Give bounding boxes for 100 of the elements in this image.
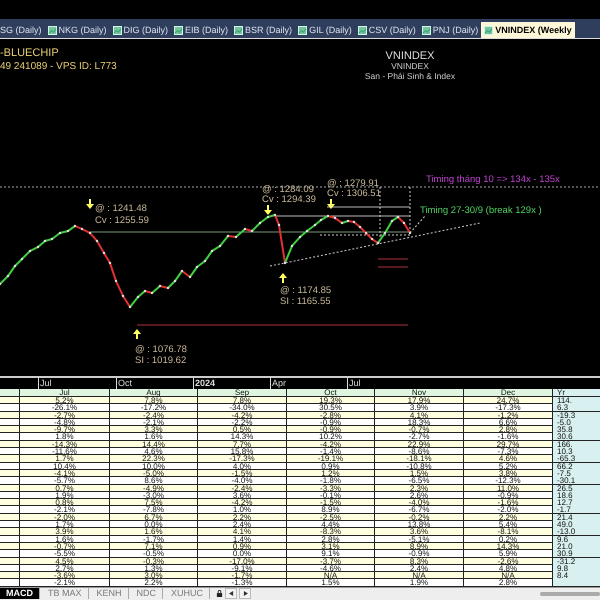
sheet-tab[interactable]: KENH (90, 588, 129, 600)
chart-tab[interactable]: PNJ (Daily) (418, 22, 482, 38)
table-cell: 10.0% (142, 462, 165, 471)
table-cell: 10.2% (319, 432, 342, 442)
chart-sheet-icon (112, 26, 122, 34)
table-cell: -8.3% (320, 527, 341, 536)
chart-tab[interactable]: BSR (Daily) (231, 22, 296, 38)
table-cell: 5.9% (498, 549, 518, 558)
chart-tab[interactable]: NKG (Daily) (44, 22, 110, 38)
table-cell: 1.0% (232, 505, 252, 514)
table-cell: -4.6% (320, 564, 341, 573)
table-cell: -11.6% (52, 447, 77, 456)
table-cell: -17.3% (495, 403, 521, 412)
column-header: Sep (198, 389, 287, 396)
table-cell: 9.1% (321, 549, 340, 558)
table-cell: 2.8% (498, 578, 518, 588)
table-cell: 66.2 (557, 462, 573, 471)
table-cell: 35.8 (557, 425, 573, 434)
table-cell: 3.6% (410, 527, 428, 536)
table-cell: -1.7 (557, 505, 571, 514)
table-cell: -1.7% (232, 571, 252, 580)
table-cell: 0.7% (55, 484, 74, 493)
table-cell: 13.8% (408, 520, 430, 530)
previous-sheets-button[interactable] (225, 588, 238, 600)
exchange-label: San - Phái Sinh & Index (364, 71, 456, 81)
table-cell: 1.7% (55, 520, 74, 530)
chart-annotation: @ : 1174.85 (280, 286, 332, 296)
table-cell: -1.7% (143, 534, 164, 544)
sheet-tab[interactable]: XUHUC (165, 588, 210, 600)
down-arrow-icon (327, 199, 335, 209)
table-cell: 2.7% (55, 564, 74, 573)
chart-tab[interactable]: GIL (Daily) (295, 22, 355, 38)
table-cell: 1.6% (55, 534, 74, 544)
table-cell: 7.7% (232, 440, 252, 449)
table-cell: -5.1% (408, 534, 430, 544)
table-cell: -2.8% (320, 410, 341, 420)
chart-tab[interactable]: VNINDEX (Weekly (481, 22, 575, 38)
table-cell: 5.2% (498, 462, 518, 471)
table-cell: 4.0% (232, 462, 252, 471)
table-cell: -3.3% (320, 484, 341, 493)
table-cell: 6.6% (498, 418, 518, 427)
chart-tab[interactable]: SG (Daily) (0, 22, 45, 38)
chart-annotation: Cv : 1306.51 (327, 189, 381, 199)
chart-tab[interactable]: EIB (Daily) (171, 22, 232, 38)
table-cell: -9.1% (232, 564, 252, 573)
table-cell: -17.0% (229, 556, 255, 566)
chart-sheet-icon (422, 26, 431, 34)
next-sheets-button[interactable] (239, 588, 252, 600)
chart-tab[interactable]: DIG (Daily) (110, 22, 172, 38)
right-arrow-icon (242, 591, 248, 596)
chart-annotation: SI : 1019.62 (135, 356, 186, 366)
table-cell: 166. (557, 440, 573, 449)
chart-annotation: SI : 1165.55 (280, 297, 331, 307)
table-cell: 2.2% (144, 578, 163, 588)
sheet-tab[interactable]: NDC (130, 588, 164, 600)
table-cell: N/A (324, 571, 338, 580)
table-cell: 3.3% (144, 425, 163, 434)
table-cell: 3.9% (410, 403, 428, 412)
table-cell: -0.7% (408, 425, 430, 434)
table-cell: -1.5% (232, 468, 252, 478)
table-cell: 21.0 (557, 542, 573, 551)
table-cell: 4.6% (498, 454, 518, 464)
table-cell: 2.8% (498, 425, 518, 434)
table-cell: -0.9% (408, 549, 430, 558)
table-cell: -65.3 (557, 454, 576, 464)
table-cell: 18.3% (408, 418, 430, 427)
table-cell: -31.2 (557, 556, 576, 566)
table-cell: 14.4% (142, 440, 165, 449)
table-cell: -2.4% (232, 484, 252, 493)
table-cell: -7.8% (143, 505, 164, 514)
table-cell: -1.6% (498, 498, 518, 508)
table-cell: 0.9% (321, 462, 340, 471)
sheet-tab[interactable]: MACD (0, 588, 40, 600)
table-cell: N/A (412, 571, 426, 580)
chart-annotation: Cv : 1255.59 (95, 216, 149, 226)
chart-annotation: Cv : 1294.39 (262, 195, 316, 205)
chart-tab[interactable]: CSV (Daily) (354, 22, 419, 38)
chart-sheet-icon (174, 26, 184, 34)
table-cell: 5.4% (498, 520, 518, 530)
table-cell: -2.6% (498, 556, 518, 566)
table-cell: -19.3 (557, 410, 576, 420)
table-cell: -2.2% (232, 418, 252, 427)
sheet-tab[interactable]: TB MAX (42, 588, 89, 600)
table-cell: -19.1% (318, 454, 344, 464)
account-title: -BLUECHIP (0, 47, 59, 59)
scrollbar-thumb[interactable] (540, 592, 600, 596)
table-cell: -2.4% (143, 410, 164, 420)
chart-sheet-icon (48, 26, 57, 34)
table-cell: -2.7% (408, 432, 430, 442)
table-cell: 4.5% (55, 556, 74, 566)
table-cell: -1.6% (498, 432, 518, 442)
table-cell: 3.1% (321, 542, 340, 551)
table-cell: 4.8% (498, 564, 518, 573)
table-cell: -2.1% (143, 418, 164, 427)
table-cell: -8.6% (408, 447, 430, 456)
table-cell: 21.4 (557, 512, 573, 522)
chart-subtitle: VNINDEX (391, 62, 429, 71)
table-cell: 17.9% (408, 396, 430, 405)
table-cell: -9.7% (54, 425, 75, 434)
table-cell: -5.0% (143, 468, 164, 478)
